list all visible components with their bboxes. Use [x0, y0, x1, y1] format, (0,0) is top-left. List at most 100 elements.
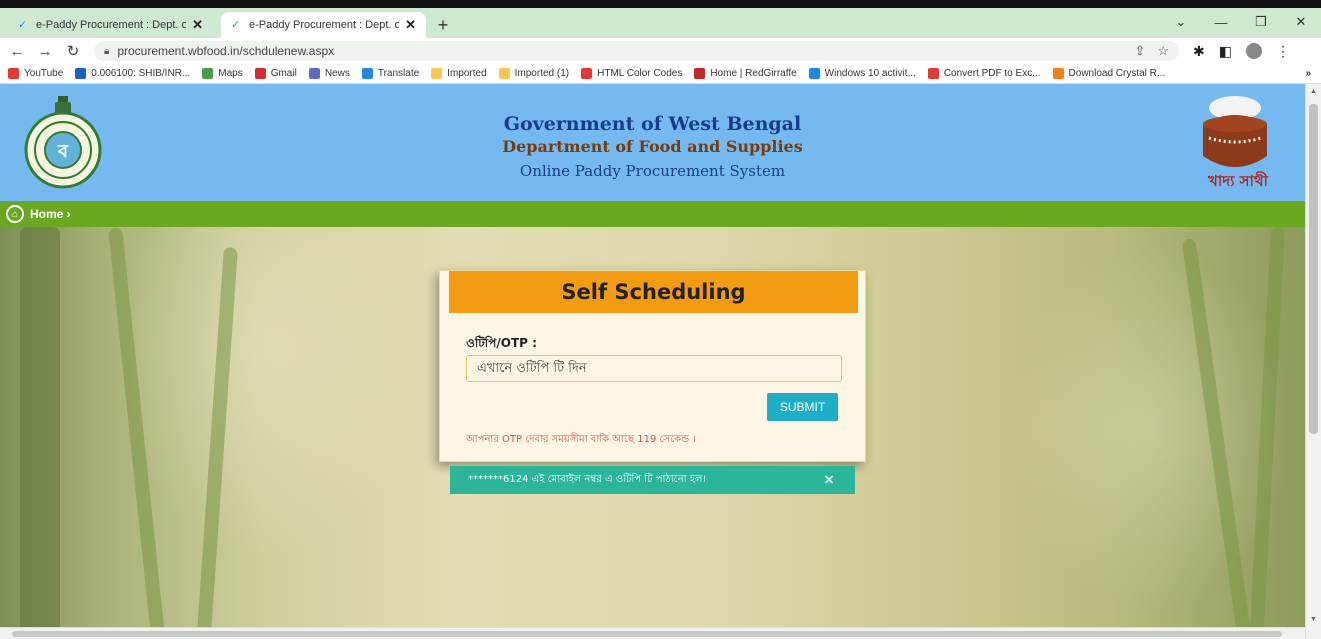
bookmark-favicon-icon [498, 68, 510, 79]
sidepanel-icon[interactable]: ◧ [1219, 43, 1232, 60]
bookmark-favicon-icon [431, 68, 443, 79]
favicon-icon: ✓ [231, 19, 241, 31]
bookmark-item[interactable]: Home | RedGirraffe [694, 68, 797, 79]
minimize-icon[interactable]: — [1201, 15, 1241, 30]
bg-stalk [196, 246, 238, 639]
bg-stalk [1181, 238, 1253, 639]
home-icon[interactable]: ⌂ [6, 205, 24, 223]
bookmark-label: YouTube [24, 68, 64, 79]
otp-sent-alert: *******6124 এই মোবাইল নম্বর এ ওটিপি টি প… [450, 466, 855, 494]
bookmark-favicon-icon [308, 68, 320, 79]
bookmark-item[interactable]: HTML Color Codes [581, 68, 682, 79]
bookmark-favicon-icon [808, 68, 820, 79]
submit-button[interactable]: SUBMIT [767, 393, 838, 421]
bookmark-label: HTML Color Codes [597, 68, 683, 79]
site-header: ব Government of West Bengal Department o… [0, 84, 1305, 201]
bookmark-favicon-icon [8, 68, 19, 79]
close-icon[interactable]: × [823, 472, 835, 488]
bookmark-label: Convert PDF to Exc... [943, 68, 1041, 79]
bookmark-item[interactable]: Translate [361, 68, 420, 79]
bg-stalk [20, 227, 60, 639]
bookmark-favicon-icon [75, 68, 87, 79]
bookmark-label: Translate [377, 68, 420, 79]
card-title: Self Scheduling [449, 271, 858, 313]
bookmark-favicon-icon [361, 68, 373, 79]
menu-icon[interactable]: ⋮ [1276, 43, 1290, 60]
profile-avatar[interactable] [1245, 43, 1262, 59]
bg-stalk [108, 227, 166, 639]
bookmark-item[interactable]: Download Crystal R... [1052, 68, 1166, 79]
bookmark-label: 0.006100: SHIB/INR... [91, 68, 191, 79]
close-icon[interactable]: ✕ [192, 17, 203, 33]
header-department: Department of Food and Supplies [502, 137, 803, 156]
bookmark-label: Home | RedGirraffe [710, 68, 797, 79]
bookmark-item[interactable]: 0.006100: SHIB/INR... [75, 68, 190, 79]
tab-title: e-Paddy Procurement : Dept. of F [249, 19, 400, 31]
bookmark-label: Windows 10 activit... [824, 68, 916, 79]
reload-icon[interactable]: ↻ [62, 42, 84, 60]
bookmark-favicon-icon [927, 68, 939, 79]
khadya-sathi-logo-icon: খাদ্য সাথী [1203, 96, 1269, 190]
bookmark-item[interactable]: Imported (1) [498, 68, 570, 79]
bookmark-item[interactable]: Maps [202, 68, 243, 79]
bookmark-label: Download Crystal R... [1068, 68, 1166, 79]
vertical-scrollbar[interactable]: ▲ ▼ [1305, 84, 1321, 639]
horizontal-scrollbar[interactable] [0, 627, 1305, 639]
tab-title: e-Paddy Procurement : Dept. of F [36, 19, 187, 31]
window-top-edge [0, 0, 1321, 8]
bookmark-item[interactable]: Convert PDF to Exc... [927, 68, 1041, 79]
url-field[interactable]: 🔒︎ procurement.wbfood.in/schdulenew.aspx… [94, 41, 1179, 61]
bookmark-favicon-icon [202, 68, 214, 79]
bookmark-label: Gmail [270, 68, 297, 79]
browser-tab-bar: ✓ e-Paddy Procurement : Dept. of F ✕ ✓ e… [0, 8, 1321, 38]
bookmark-favicon-icon [694, 68, 706, 79]
bookmark-item[interactable]: Windows 10 activit... [808, 68, 916, 79]
bookmark-favicon-icon [581, 68, 593, 79]
address-bar-row: ← → ↻ 🔒︎ procurement.wbfood.in/schdulene… [0, 38, 1321, 64]
horizontal-scrollbar-thumb[interactable] [12, 631, 1282, 637]
new-tab-button[interactable]: + [430, 12, 456, 38]
header-title: Government of West Bengal [503, 113, 802, 135]
scrollbar-thumb[interactable] [1309, 104, 1318, 434]
lock-icon[interactable]: 🔒︎ [104, 46, 109, 57]
chevron-down-icon[interactable]: ⌄ [1161, 14, 1201, 30]
forward-icon[interactable]: → [34, 43, 56, 60]
back-icon[interactable]: ← [6, 43, 28, 60]
extensions-icon[interactable]: ✱ [1193, 43, 1205, 60]
otp-timer-text: আপনার OTP দেবার সময়সীমা বাকি আছে 119 সে… [466, 434, 696, 445]
web-page: ব Government of West Bengal Department o… [0, 84, 1305, 639]
close-icon[interactable]: ✕ [405, 17, 416, 33]
bookmark-item[interactable]: Imported [431, 68, 487, 79]
otp-label: ওটিপি/OTP : [466, 336, 537, 350]
favicon-icon: ✓ [18, 19, 28, 31]
browser-tab-active[interactable]: ✓ e-Paddy Procurement : Dept. of F ✕ [221, 12, 426, 38]
bookmark-item[interactable]: Gmail [254, 68, 297, 79]
bg-stalk [1249, 226, 1285, 639]
bookmark-label: News [324, 68, 350, 79]
bookmarks-overflow-icon[interactable]: » [1305, 68, 1311, 79]
scroll-up-icon[interactable]: ▲ [1310, 88, 1317, 95]
alert-message: *******6124 এই মোবাইল নম্বর এ ওটিপি টি প… [468, 473, 707, 485]
otp-input[interactable] [466, 355, 842, 382]
star-icon[interactable]: ☆ [1157, 43, 1169, 59]
breadcrumb-home-link[interactable]: Home › [30, 207, 71, 221]
browser-tab[interactable]: ✓ e-Paddy Procurement : Dept. of F ✕ [8, 12, 213, 38]
bookmark-label: Imported [447, 68, 487, 79]
self-scheduling-card: Self Scheduling ওটিপি/OTP : SUBMIT আপনার… [439, 270, 866, 462]
header-system-name: Online Paddy Procurement System [519, 162, 786, 180]
url-text: procurement.wbfood.in/schdulenew.aspx [117, 44, 335, 58]
restore-icon[interactable]: ❐ [1241, 14, 1281, 30]
breadcrumb-bar: ⌂ Home › [0, 201, 1305, 227]
bookmark-favicon-icon [1052, 68, 1064, 79]
window-controls: ⌄ — ❐ ✕ [1161, 8, 1321, 36]
bookmark-label: Imported (1) [514, 68, 570, 79]
close-window-icon[interactable]: ✕ [1281, 14, 1321, 30]
bookmark-label: Maps [218, 68, 243, 79]
bookmark-item[interactable]: YouTube [8, 68, 63, 79]
share-icon[interactable]: ⇪ [1134, 43, 1145, 59]
scroll-down-icon[interactable]: ▼ [1310, 616, 1317, 623]
logo-right-text: খাদ্য সাথী [1207, 171, 1269, 190]
bookmark-item[interactable]: News [308, 68, 350, 79]
bookmark-favicon-icon [254, 68, 266, 79]
bookmarks-bar: YouTube 0.006100: SHIB/INR... Maps Gmail New… [0, 64, 1321, 84]
